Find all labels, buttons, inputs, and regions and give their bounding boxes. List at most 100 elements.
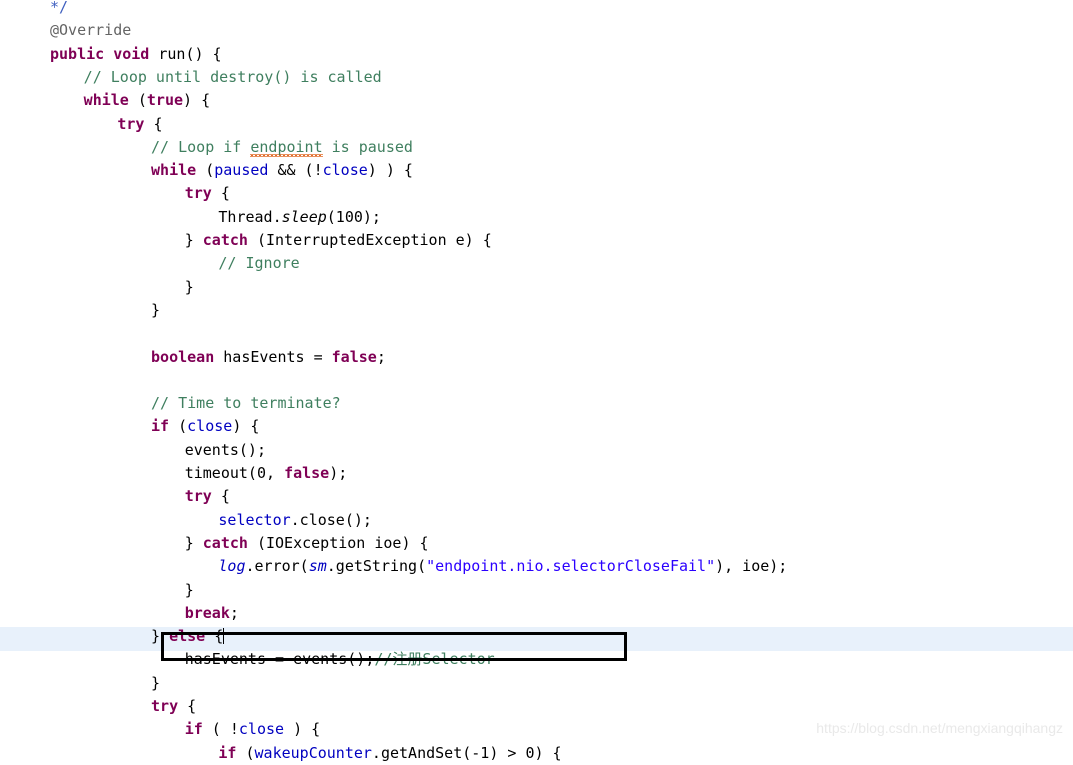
code-token: ) { [183,91,211,110]
code-token: ( [236,743,255,762]
code-token: if [151,417,170,436]
code-token: //注册Selector [374,650,495,669]
code-token: ) { [284,720,321,739]
code-token: try [184,184,212,203]
code-token: catch [202,533,248,552]
code-editor[interactable]: */ @Override public void run() {// Loop un… [0,0,1073,762]
code-token: } [151,627,170,646]
code-line[interactable]: break; [185,602,239,625]
code-token: { [205,627,224,646]
code-line[interactable]: timeout(0, false); [185,462,348,485]
code-line[interactable]: log.error(sm.getString("endpoint.nio.sel… [218,555,787,578]
code-token: (InterruptedException e) { [247,231,492,249]
code-token: ) ) { [367,161,413,180]
code-token: boolean [151,347,215,366]
code-line[interactable]: try { [185,485,230,508]
code-token: hasEvents = events(); [184,650,375,669]
code-token: close [238,720,285,739]
code-token: ( [196,161,215,180]
code-line[interactable]: // Ignore [218,252,299,275]
code-line[interactable]: } [185,276,194,299]
code-token: { [144,114,163,133]
code-token: */ [50,0,69,16]
code-token: .close(); [290,510,372,529]
code-line[interactable]: if ( !close ) { [185,718,320,741]
code-line[interactable]: } [151,299,160,322]
code-line[interactable]: } else { [151,625,225,648]
code-line[interactable]: } catch (IOException ioe) { [185,532,429,555]
code-line[interactable]: try { [117,113,162,136]
code-token: // Ignore [218,254,300,273]
code-line[interactable]: hasEvents = events();//注册Selector [185,648,495,671]
code-token: } [151,300,161,319]
code-token: close [187,417,233,436]
code-token: ( [169,417,188,436]
text-caret [223,628,225,645]
code-token: wakeupCounter [254,743,372,762]
code-line[interactable]: Thread.sleep(100); [218,206,381,229]
code-token: ), ioe); [715,557,788,576]
code-token: selector [218,510,291,529]
code-token: // Time to terminate? [151,394,341,413]
code-token: ); [329,464,348,482]
code-token: { [178,697,197,715]
code-token: break [184,603,230,622]
code-line[interactable]: public void run() { [50,43,222,66]
code-line[interactable]: selector.close(); [218,509,372,532]
code-line[interactable]: // Time to terminate? [151,392,341,415]
code-line[interactable]: */ [50,0,68,19]
code-token: public [50,44,105,63]
code-line[interactable]: } catch (InterruptedException e) { [185,229,492,252]
code-token: .error( [245,557,309,576]
code-token: ) { [232,417,260,436]
code-token: true [146,91,184,110]
code-token: hasEvents = [214,347,332,366]
code-line[interactable]: while (paused && (!close) ) { [151,159,413,182]
code-token: // Loop if [151,137,251,156]
code-line[interactable]: if (wakeupCounter.getAndSet(-1) > 0) { [218,742,561,765]
code-token: paused [214,161,269,180]
code-line[interactable]: // Loop until destroy() is called [84,66,382,89]
code-token: { [211,184,230,203]
code-token: .getString( [326,557,427,576]
code-token: false [284,464,330,482]
code-token: ; [376,347,386,366]
code-token: try [184,487,212,506]
code-token: try [117,114,145,133]
code-token: if [184,720,203,739]
code-token: events(); [184,440,266,459]
code-token: else [169,627,206,646]
code-line[interactable]: if (close) { [151,415,259,438]
code-token: } [184,277,194,296]
code-token: is paused [322,137,413,156]
code-line[interactable]: while (true) { [84,89,210,112]
spellcheck-token: endpoint [250,137,323,156]
code-line[interactable]: } [151,672,160,695]
code-line[interactable]: // Loop if endpoint is paused [151,136,413,159]
code-token: Thread. [218,207,282,226]
code-text-layer[interactable]: */ @Override public void run() {// Loop un… [0,0,1073,762]
code-token: } [184,533,203,552]
code-token: timeout(0, [184,464,285,482]
code-token: && (! [268,161,323,180]
code-token: sm [308,557,327,576]
code-token: catch [202,231,248,249]
code-token: @Override [50,21,132,40]
code-token: } [184,231,203,249]
code-token: sleep [281,207,327,226]
code-token: { [211,487,230,506]
code-token: void [113,44,150,63]
code-token: ( ! [202,720,239,739]
watermark-text: https://blog.csdn.net/mengxiangqihangz [816,720,1063,736]
code-token: (IOException ioe) { [247,533,429,552]
code-token: try [151,697,179,715]
code-token: close [322,161,368,180]
code-line[interactable]: try { [185,182,230,205]
code-line[interactable]: @Override [50,19,131,42]
code-token: ; [229,603,239,622]
code-line[interactable]: } [185,579,194,602]
code-line[interactable]: events(); [185,439,266,462]
code-line[interactable]: try { [151,695,196,718]
code-line[interactable]: boolean hasEvents = false; [151,346,386,369]
